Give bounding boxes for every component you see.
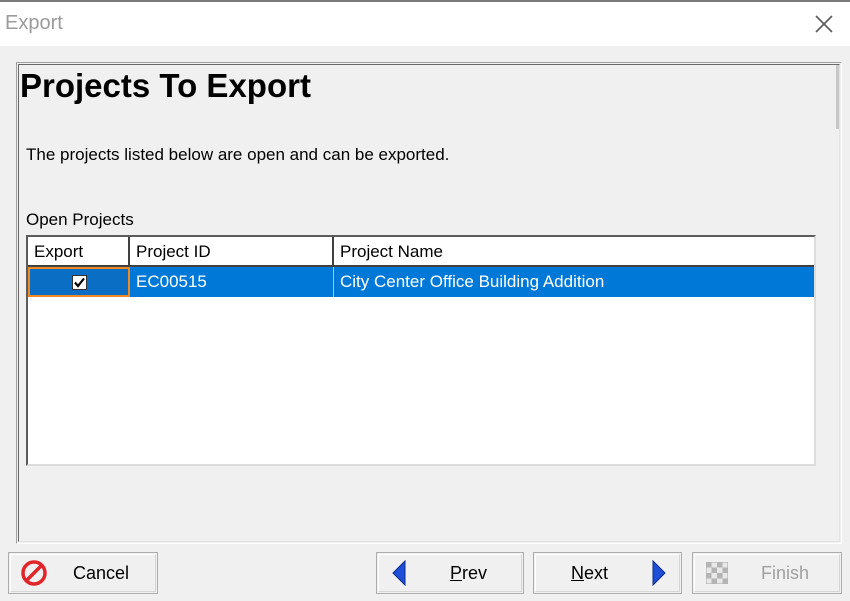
arrow-right-icon [652, 560, 666, 586]
wizard-page: Projects To Export The projects listed b… [16, 62, 842, 544]
prev-label: Prev [450, 562, 488, 583]
title-bar: Export [0, 0, 850, 46]
open-projects-grid[interactable]: Export Project ID Project Name EC00515 C… [26, 235, 816, 466]
checkmark-icon [73, 277, 85, 288]
table-row[interactable]: EC00515 City Center Office Building Addi… [28, 267, 814, 297]
no-entry-icon [21, 560, 47, 586]
page-description: The projects listed below are open and c… [26, 145, 450, 164]
page-heading: Projects To Export [20, 67, 311, 104]
grid-header: Export Project ID Project Name [28, 237, 814, 267]
prev-button[interactable]: Prev [376, 552, 524, 594]
page-scrollbar[interactable] [836, 65, 839, 129]
project-id-cell[interactable]: EC00515 [130, 267, 334, 297]
close-icon [815, 15, 833, 33]
next-label: Next [571, 562, 609, 583]
finish-button[interactable]: Finish [692, 552, 842, 594]
export-checkbox[interactable] [71, 274, 87, 290]
cancel-button[interactable]: Cancel [8, 552, 158, 594]
export-cell[interactable] [28, 267, 130, 297]
next-button[interactable]: Next [533, 552, 682, 594]
checkered-flag-icon [706, 562, 728, 584]
column-header-project-id[interactable]: Project ID [130, 237, 334, 267]
open-projects-label: Open Projects [26, 210, 134, 229]
arrow-left-icon [392, 560, 406, 586]
project-name-cell[interactable]: City Center Office Building Addition [334, 267, 814, 297]
cancel-label: Cancel [73, 562, 130, 583]
finish-label: Finish [761, 562, 810, 583]
column-header-export[interactable]: Export [28, 237, 130, 267]
column-header-project-name[interactable]: Project Name [334, 237, 814, 267]
window-title: Export [5, 12, 63, 34]
close-button[interactable] [804, 6, 844, 42]
